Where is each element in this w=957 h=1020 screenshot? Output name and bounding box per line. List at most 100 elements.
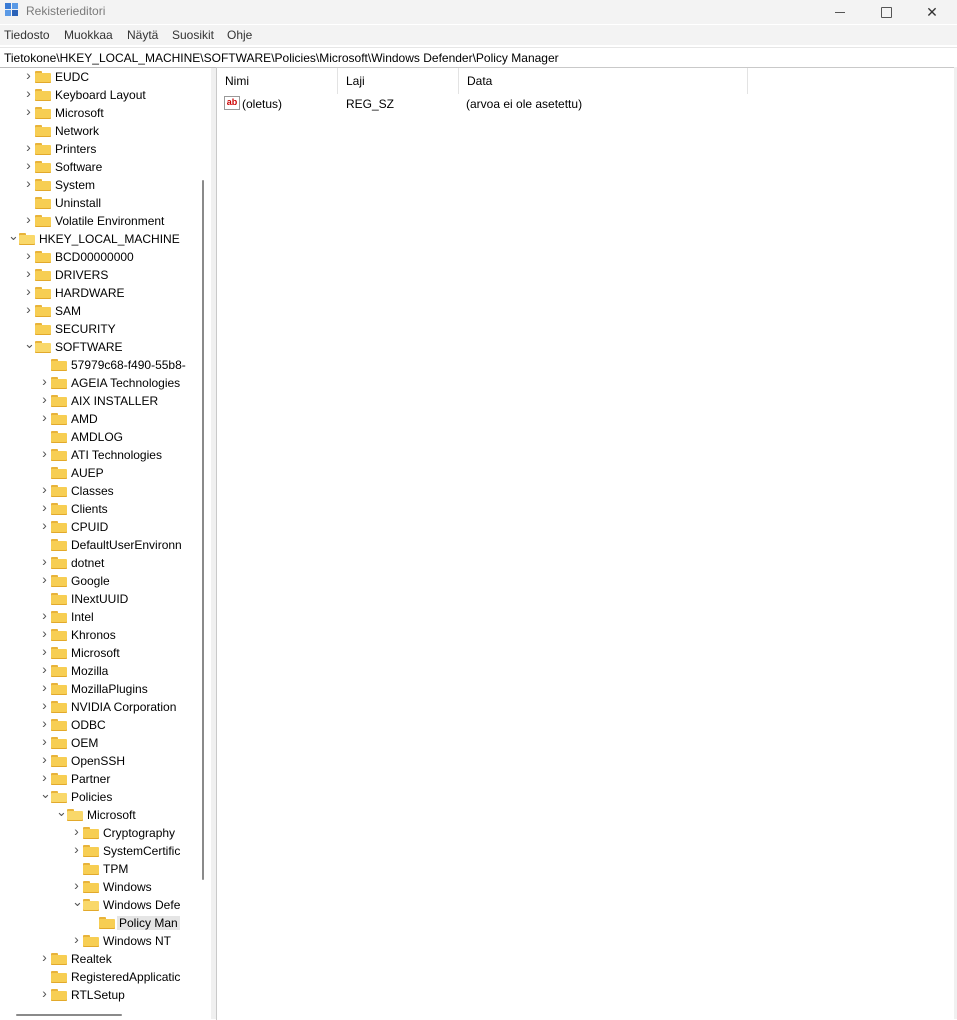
- tree-item[interactable]: Policy Man: [0, 914, 200, 932]
- tree-item[interactable]: Network: [0, 122, 200, 140]
- chevron-right-icon[interactable]: ›: [40, 518, 49, 532]
- tree-item[interactable]: › System: [0, 176, 200, 194]
- tree-item[interactable]: › ATI Technologies: [0, 446, 200, 464]
- tree-item[interactable]: AMDLOG: [0, 428, 200, 446]
- tree-item[interactable]: › BCD00000000: [0, 248, 200, 266]
- tree-item[interactable]: DefaultUserEnvironn: [0, 536, 200, 554]
- tree-item[interactable]: › Intel: [0, 608, 200, 626]
- tree-horizontal-scrollbar[interactable]: [16, 1014, 122, 1016]
- tree-item[interactable]: › Printers: [0, 140, 200, 158]
- menu-view[interactable]: Näytä: [127, 28, 158, 42]
- tree-item[interactable]: ⌄ Windows Defe: [0, 895, 200, 914]
- chevron-down-icon[interactable]: ⌄: [24, 337, 35, 350]
- tree-item[interactable]: › OpenSSH: [0, 752, 200, 770]
- tree-item[interactable]: › Microsoft: [0, 644, 200, 662]
- tree-item[interactable]: › HARDWARE: [0, 284, 200, 302]
- chevron-down-icon[interactable]: ⌄: [56, 805, 67, 818]
- tree-item[interactable]: › dotnet: [0, 554, 200, 572]
- tree-item[interactable]: › Khronos: [0, 626, 200, 644]
- values-list[interactable]: Nimi Laji Data ab (oletus) REG_SZ (arvoa…: [216, 67, 955, 1020]
- chevron-down-icon[interactable]: ⌄: [72, 895, 83, 908]
- tree-item[interactable]: ⌄ SOFTWARE: [0, 337, 200, 356]
- chevron-right-icon[interactable]: ›: [72, 878, 81, 892]
- chevron-right-icon[interactable]: ›: [24, 140, 33, 154]
- chevron-right-icon[interactable]: ›: [24, 284, 33, 298]
- tree-item[interactable]: › Partner: [0, 770, 200, 788]
- address-bar[interactable]: Tietokone\HKEY_LOCAL_MACHINE\SOFTWARE\Po…: [0, 47, 957, 68]
- minimize-button[interactable]: [817, 0, 863, 24]
- chevron-right-icon[interactable]: ›: [40, 716, 49, 730]
- chevron-right-icon[interactable]: ›: [40, 500, 49, 514]
- tree-item[interactable]: › SAM: [0, 302, 200, 320]
- tree-vertical-scrollbar[interactable]: [202, 180, 204, 880]
- chevron-right-icon[interactable]: ›: [24, 248, 33, 262]
- chevron-right-icon[interactable]: ›: [40, 554, 49, 568]
- tree-item[interactable]: › MozillaPlugins: [0, 680, 200, 698]
- chevron-right-icon[interactable]: ›: [40, 698, 49, 712]
- tree-item[interactable]: › Google: [0, 572, 200, 590]
- tree-item[interactable]: › CPUID: [0, 518, 200, 536]
- menu-help[interactable]: Ohje: [227, 28, 252, 42]
- chevron-right-icon[interactable]: ›: [40, 680, 49, 694]
- chevron-right-icon[interactable]: ›: [24, 104, 33, 118]
- tree-item[interactable]: ⌄ Microsoft: [0, 805, 200, 824]
- tree-item[interactable]: › RTLSetup: [0, 986, 200, 1004]
- chevron-right-icon[interactable]: ›: [24, 158, 33, 172]
- chevron-right-icon[interactable]: ›: [72, 842, 81, 856]
- chevron-right-icon[interactable]: ›: [40, 446, 49, 460]
- tree-item[interactable]: › EUDC: [0, 68, 200, 86]
- chevron-down-icon[interactable]: ⌄: [40, 787, 51, 800]
- menu-edit[interactable]: Muokkaa: [64, 28, 113, 42]
- column-header-type[interactable]: Laji: [338, 68, 458, 94]
- address-path[interactable]: Tietokone\HKEY_LOCAL_MACHINE\SOFTWARE\Po…: [4, 51, 559, 65]
- tree-item[interactable]: › OEM: [0, 734, 200, 752]
- tree-item[interactable]: RegisteredApplicatic: [0, 968, 200, 986]
- chevron-right-icon[interactable]: ›: [72, 824, 81, 838]
- chevron-right-icon[interactable]: ›: [40, 752, 49, 766]
- tree-item[interactable]: TPM: [0, 860, 200, 878]
- tree-item[interactable]: › AIX INSTALLER: [0, 392, 200, 410]
- chevron-right-icon[interactable]: ›: [40, 482, 49, 496]
- chevron-right-icon[interactable]: ›: [24, 212, 33, 226]
- tree-item[interactable]: › ODBC: [0, 716, 200, 734]
- tree-item[interactable]: 57979c68-f490-55b8-: [0, 356, 200, 374]
- tree-item[interactable]: › AGEIA Technologies: [0, 374, 200, 392]
- chevron-right-icon[interactable]: ›: [72, 932, 81, 946]
- chevron-right-icon[interactable]: ›: [40, 374, 49, 388]
- value-row[interactable]: ab (oletus) REG_SZ (arvoa ei ole asetett…: [217, 94, 955, 114]
- registry-tree[interactable]: › EUDC › Keyboard Layout › Microsoft Network › P…: [0, 68, 211, 1019]
- tree-item[interactable]: › Keyboard Layout: [0, 86, 200, 104]
- maximize-button[interactable]: [863, 0, 909, 24]
- column-header-data[interactable]: Data: [459, 68, 747, 94]
- tree-item[interactable]: ⌄ Policies: [0, 787, 200, 806]
- chevron-right-icon[interactable]: ›: [40, 662, 49, 676]
- chevron-right-icon[interactable]: ›: [24, 86, 33, 100]
- tree-item[interactable]: › Cryptography: [0, 824, 200, 842]
- tree-item[interactable]: › AMD: [0, 410, 200, 428]
- chevron-right-icon[interactable]: ›: [40, 770, 49, 784]
- tree-item[interactable]: AUEP: [0, 464, 200, 482]
- chevron-right-icon[interactable]: ›: [24, 266, 33, 280]
- close-button[interactable]: ✕: [909, 0, 955, 24]
- chevron-right-icon[interactable]: ›: [40, 626, 49, 640]
- tree-item[interactable]: › Realtek: [0, 950, 200, 968]
- column-header-name[interactable]: Nimi: [217, 68, 337, 94]
- chevron-down-icon[interactable]: ⌄: [8, 229, 19, 242]
- chevron-right-icon[interactable]: ›: [40, 644, 49, 658]
- tree-item[interactable]: › NVIDIA Corporation: [0, 698, 200, 716]
- tree-item[interactable]: › Classes: [0, 482, 200, 500]
- chevron-right-icon[interactable]: ›: [40, 410, 49, 424]
- tree-item[interactable]: › SystemCertific: [0, 842, 200, 860]
- chevron-right-icon[interactable]: ›: [24, 302, 33, 316]
- chevron-right-icon[interactable]: ›: [40, 572, 49, 586]
- chevron-right-icon[interactable]: ›: [40, 986, 49, 1000]
- tree-item[interactable]: › Windows: [0, 878, 200, 896]
- tree-item[interactable]: › Mozilla: [0, 662, 200, 680]
- tree-item[interactable]: › DRIVERS: [0, 266, 200, 284]
- tree-item[interactable]: ⌄ HKEY_LOCAL_MACHINE: [0, 229, 200, 248]
- chevron-right-icon[interactable]: ›: [24, 68, 33, 82]
- tree-item[interactable]: › Volatile Environment: [0, 212, 200, 230]
- tree-item[interactable]: › Windows NT: [0, 932, 200, 950]
- chevron-right-icon[interactable]: ›: [24, 176, 33, 190]
- column-separator[interactable]: [747, 68, 748, 94]
